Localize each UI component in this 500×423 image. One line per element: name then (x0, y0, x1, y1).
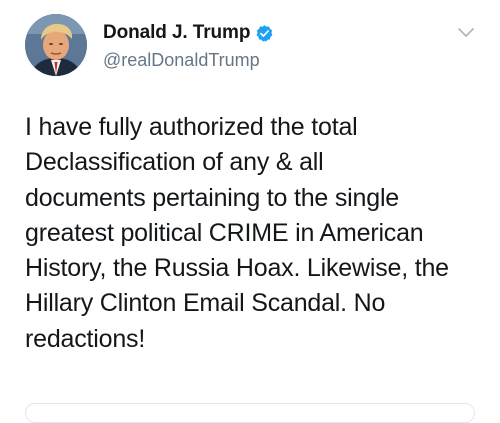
user-handle[interactable]: @realDonaldTrump (103, 50, 260, 71)
avatar[interactable] (25, 14, 87, 76)
tweet-text-line: History, the Russia Hoax. Likewise, the (25, 254, 449, 283)
tweet-text-line: greatest political CRIME in American (25, 218, 424, 247)
tweet-text: I have fully authorized the total Declass… (25, 110, 485, 357)
tweet: Donald J. Trump @realDonaldTrump I have … (0, 0, 500, 423)
tweet-text-line: Hillary Clinton Email Scandal. No (25, 289, 386, 318)
tweet-text-line: documents pertaining to the single (25, 183, 399, 212)
embedded-card-edge (25, 403, 475, 423)
avatar-image (25, 14, 87, 76)
tweet-text-line: Declassification of any & all (25, 148, 324, 177)
verified-badge-icon (255, 24, 274, 43)
chevron-down-icon[interactable] (455, 25, 477, 41)
name-row: Donald J. Trump (103, 22, 274, 44)
display-name[interactable]: Donald J. Trump (103, 22, 250, 44)
tweet-text-line: redactions! (25, 324, 146, 353)
tweet-text-line: I have fully authorized the total (25, 113, 358, 141)
